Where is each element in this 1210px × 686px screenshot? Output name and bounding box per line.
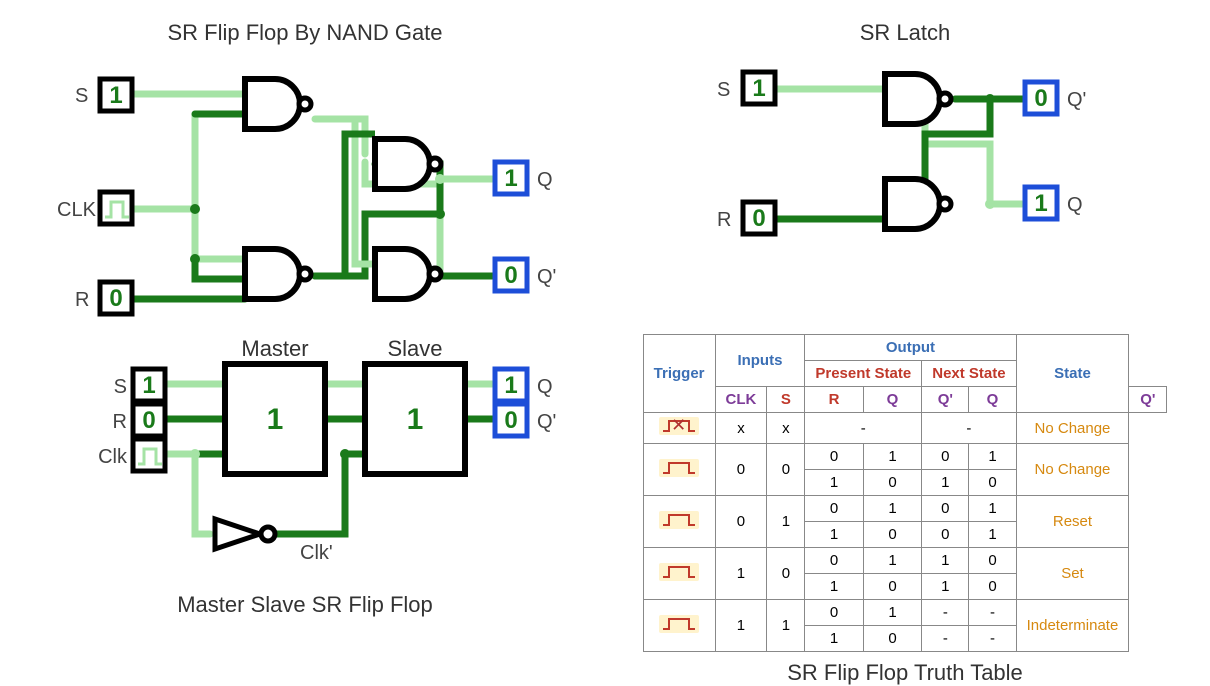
truth-table-caption: SR Flip Flop Truth Table (620, 660, 1190, 686)
clock-nochange-icon (659, 417, 699, 435)
svg-text:R: R (113, 411, 127, 433)
svg-text:1: 1 (752, 75, 765, 102)
clock-pulse-icon (659, 615, 699, 633)
svg-text:0: 0 (1034, 85, 1047, 112)
ms-flipflop-diagram: Master Slave (45, 334, 565, 584)
svg-text:Slave: Slave (387, 336, 442, 361)
qb-value: 0 (504, 262, 517, 289)
ms-flipflop-caption: Master Slave SR Flip Flop (20, 592, 590, 618)
q-label: Q (537, 169, 553, 191)
svg-text:0: 0 (142, 407, 155, 434)
q-value: 1 (504, 165, 517, 192)
qb-label: Q' (537, 266, 556, 288)
svg-text:1: 1 (267, 403, 284, 436)
s-label: S (75, 85, 88, 107)
table-row: 010101Reset (643, 496, 1167, 522)
svg-text:1: 1 (407, 403, 424, 436)
clock-pulse-icon (659, 563, 699, 581)
svg-text:S: S (717, 79, 730, 101)
svg-text:1: 1 (504, 372, 517, 399)
table-row: xx--No Change (643, 413, 1167, 444)
svg-text:Q: Q (1067, 194, 1083, 216)
clock-pulse-icon (659, 511, 699, 529)
sr-nand-title: SR Flip Flop By NAND Gate (20, 20, 590, 46)
truth-table-panel: Trigger Inputs Output State Present Stat… (620, 334, 1190, 686)
ms-flipflop-panel: Master Slave (20, 334, 590, 686)
svg-text:Clk: Clk (98, 446, 128, 468)
svg-text:1: 1 (1034, 190, 1047, 217)
svg-text:0: 0 (752, 205, 765, 232)
r-label: R (75, 289, 89, 311)
clk-label: CLK (57, 199, 97, 221)
sr-latch-diagram: 1 0 0 1 S R Q' Q (695, 54, 1115, 254)
svg-text:Clk': Clk' (300, 542, 333, 564)
svg-text:S: S (114, 376, 127, 398)
clock-pulse-icon (659, 459, 699, 477)
svg-text:0: 0 (504, 407, 517, 434)
sr-nand-flipflop-panel: SR Flip Flop By NAND Gate (20, 20, 590, 324)
sr-latch-title: SR Latch (620, 20, 1190, 46)
svg-text:Q: Q (537, 376, 553, 398)
svg-text:1: 1 (142, 372, 155, 399)
sr-nand-diagram: 1 0 1 0 S CLK R Q Q' (45, 54, 565, 324)
svg-text:Q': Q' (1067, 89, 1086, 111)
sr-latch-panel: SR Latch 1 (620, 20, 1190, 324)
truth-table: Trigger Inputs Output State Present Stat… (643, 334, 1168, 652)
table-row: 100110Set (643, 548, 1167, 574)
svg-text:Master: Master (241, 336, 308, 361)
table-row: 1101--Indeterminate (643, 600, 1167, 626)
s-value: 1 (109, 82, 122, 109)
svg-text:R: R (717, 209, 731, 231)
r-value: 0 (109, 285, 122, 312)
svg-text:Q': Q' (537, 411, 556, 433)
table-row: 000101No Change (643, 444, 1167, 470)
